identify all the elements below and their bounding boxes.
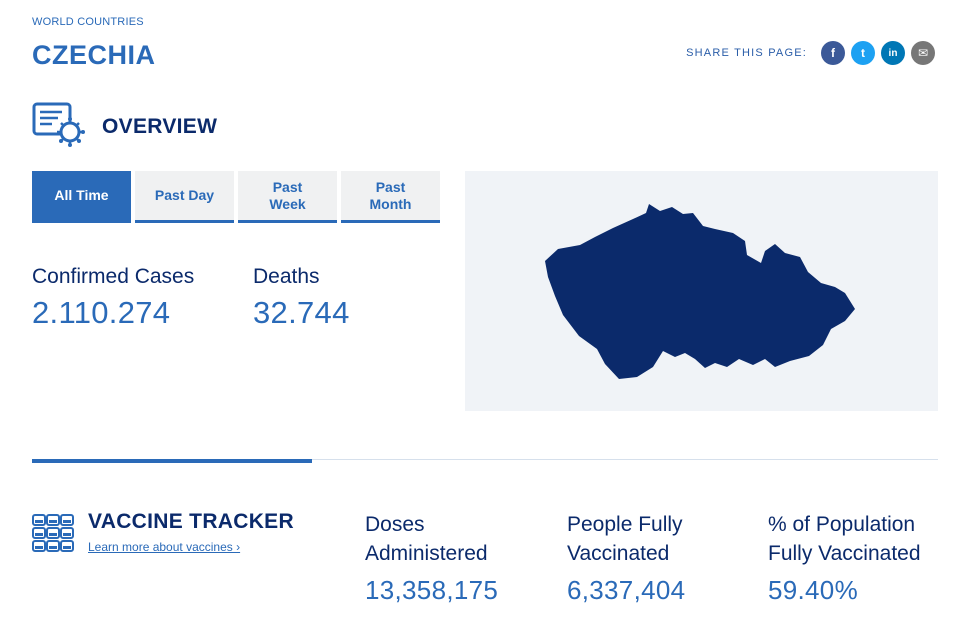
learn-more-vaccines-link[interactable]: Learn more about vaccines › (88, 540, 240, 554)
deaths-value: 32.744 (253, 295, 350, 330)
facebook-icon[interactable]: f (821, 41, 845, 65)
tab-all-time[interactable]: All Time (32, 171, 131, 223)
overview-virus-report-icon (32, 102, 85, 147)
percent-fully-vaccinated-label: % of Population Fully Vaccinated (768, 513, 921, 565)
breadcrumb-world-countries[interactable]: WORLD COUNTRIES (32, 16, 144, 28)
confirmed-cases-label: Confirmed Cases (32, 265, 195, 288)
linkedin-icon[interactable]: in (881, 41, 905, 65)
page-title: CZECHIA (32, 40, 156, 70)
confirmed-cases-value: 2.110.274 (32, 295, 171, 330)
vaccine-tracker-title: VACCINE TRACKER (88, 510, 294, 533)
doses-administered-label: Doses Administered (365, 513, 488, 565)
percent-fully-vaccinated-value: 59.40% (768, 575, 858, 605)
tab-past-day[interactable]: Past Day (135, 171, 234, 223)
section-divider-accent (32, 459, 312, 463)
time-range-tabs: All Time Past Day Past Week Past Month (32, 171, 444, 223)
share-bar: SHARE THIS PAGE: f t in ✉ (686, 41, 935, 65)
confirmed-cases-stat: Confirmed Cases 2.110.274 (32, 265, 194, 331)
people-fully-vaccinated-label: People Fully Vaccinated (567, 513, 683, 565)
doses-administered-stat: Doses Administered 13,358,175 (365, 510, 498, 606)
people-fully-vaccinated-value: 6,337,404 (567, 575, 686, 605)
vaccine-vials-icon (32, 514, 74, 552)
share-label: SHARE THIS PAGE: (686, 47, 807, 59)
country-map-panel (465, 171, 938, 411)
twitter-icon[interactable]: t (851, 41, 875, 65)
tab-past-week[interactable]: Past Week (238, 171, 337, 223)
people-fully-vaccinated-stat: People Fully Vaccinated 6,337,404 (567, 510, 685, 606)
overview-title: OVERVIEW (102, 115, 218, 138)
deaths-label: Deaths (253, 265, 320, 288)
czechia-map-shape (545, 204, 855, 379)
deaths-stat: Deaths 32.744 (253, 265, 350, 331)
tab-past-month[interactable]: Past Month (341, 171, 440, 223)
email-icon[interactable]: ✉ (911, 41, 935, 65)
doses-administered-value: 13,358,175 (365, 575, 499, 605)
percent-fully-vaccinated-stat: % of Population Fully Vaccinated 59.40% (768, 510, 921, 606)
